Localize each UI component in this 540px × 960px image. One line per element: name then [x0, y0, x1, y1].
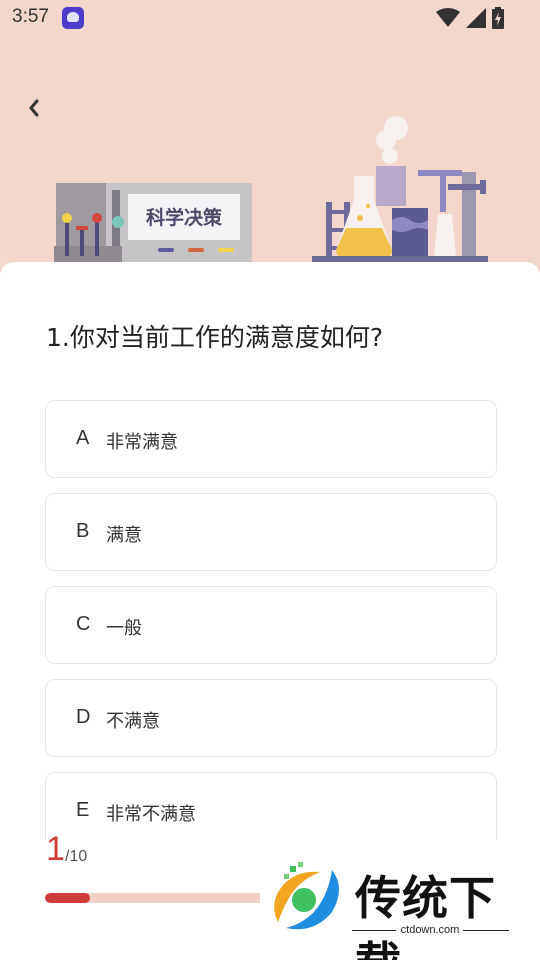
hero-sign-text: 科学决策	[146, 206, 223, 229]
app-notification-icon	[62, 7, 84, 29]
option-a[interactable]: A 非常满意	[45, 400, 497, 478]
signal-icon	[466, 8, 486, 28]
option-e[interactable]: E 非常不满意	[45, 772, 497, 850]
progress-current: 1	[46, 830, 65, 868]
option-c[interactable]: C 一般	[45, 586, 497, 664]
option-b[interactable]: B 满意	[45, 493, 497, 571]
progress-bar	[45, 893, 295, 903]
hero-illustration: 科学决策	[0, 110, 540, 270]
question-title: 1.你对当前工作的满意度如何?	[46, 323, 384, 352]
option-text: 一般	[106, 618, 142, 639]
status-time: 3:57	[12, 6, 49, 27]
watermark-divider-right	[463, 930, 509, 931]
option-letter: E	[76, 799, 90, 821]
watermark-title: 传统下载	[355, 871, 496, 960]
battery-icon	[492, 7, 504, 29]
progress-total: /10	[65, 848, 88, 865]
science-illustration: 科学决策	[54, 116, 488, 264]
wifi-icon	[436, 8, 460, 27]
watermark-logo-icon	[274, 862, 339, 930]
option-text: 非常满意	[106, 432, 178, 453]
option-letter: C	[76, 613, 91, 635]
option-letter: B	[76, 520, 90, 542]
option-d[interactable]: D 不满意	[45, 679, 497, 757]
option-text: 不满意	[106, 711, 160, 732]
option-letter: A	[76, 427, 90, 449]
status-bar: 3:57	[0, 0, 540, 36]
option-text: 满意	[106, 525, 142, 546]
option-text: 非常不满意	[106, 804, 196, 825]
option-letter: D	[76, 706, 91, 728]
status-icons	[436, 7, 504, 29]
watermark: 传统下载 ctdown.com	[260, 840, 540, 960]
progress-fill	[45, 893, 90, 903]
